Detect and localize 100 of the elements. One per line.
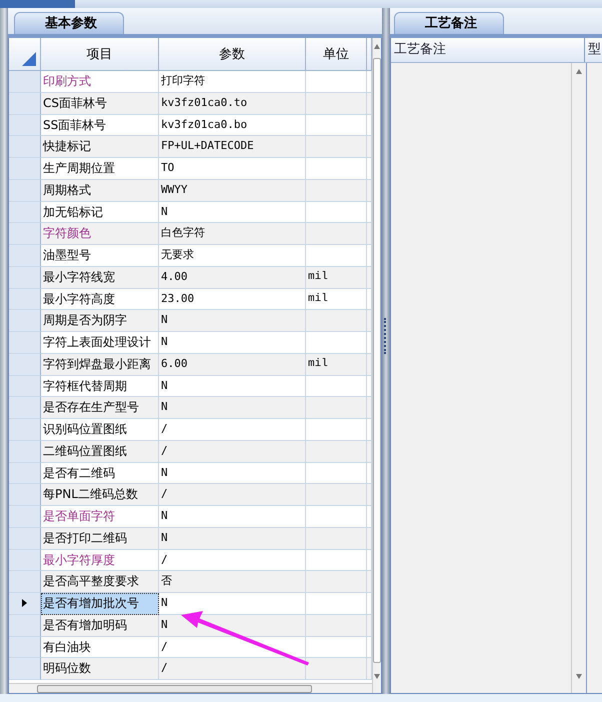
scroll-down-icon[interactable] xyxy=(576,674,582,679)
table-cell: FP+UL+DATECODE xyxy=(159,136,306,158)
table-cell xyxy=(306,136,367,158)
table-cell: 周期是否为阴字 xyxy=(41,310,159,332)
table-cell xyxy=(306,528,367,550)
table-cell xyxy=(306,571,367,593)
table-cell: 识别码位置图纸 xyxy=(41,419,159,441)
table-cell: 白色字符 xyxy=(159,223,306,245)
table-cell: N xyxy=(159,376,306,398)
table-cell: WWYY xyxy=(159,180,306,202)
table-cell: 23.00 xyxy=(159,288,306,310)
table-cell: N xyxy=(159,310,306,332)
table-cell: 字符到焊盘最小距离 xyxy=(41,354,159,376)
table-cell xyxy=(306,92,367,114)
table-cell: N xyxy=(159,462,306,484)
table-cell: kv3fz01ca0.to xyxy=(159,92,306,114)
table-cell: 二维码位置图纸 xyxy=(41,440,159,462)
table-cell: 打印字符 xyxy=(159,71,306,93)
vertical-scrollbar[interactable] xyxy=(372,38,381,693)
table-cell: N xyxy=(159,332,306,354)
horizontal-scrollbar[interactable] xyxy=(9,683,372,693)
grip-icon xyxy=(384,318,388,354)
column-header[interactable]: 参数 xyxy=(159,38,306,71)
table-cell: 明码位数 xyxy=(41,658,159,680)
column-header[interactable]: 单位 xyxy=(306,38,367,71)
table-cell xyxy=(306,614,367,636)
table-cell: CS面菲林号 xyxy=(41,92,159,114)
table-cell xyxy=(306,397,367,419)
row-pointer-icon xyxy=(22,599,27,608)
table-cell: SS面菲林号 xyxy=(41,114,159,136)
table-cell: 是否单面字符 xyxy=(41,506,159,528)
table-cell: 否 xyxy=(159,571,306,593)
table-cell: N xyxy=(159,202,306,224)
column-header[interactable] xyxy=(367,38,372,71)
table-cell: 周期格式 xyxy=(41,180,159,202)
table-cell: 最小字符线宽 xyxy=(41,266,159,288)
table-cell: / xyxy=(159,419,306,441)
table-cell: 是否有二维码 xyxy=(41,462,159,484)
table-cell: 是否有增加明码 xyxy=(41,614,159,636)
table-cell: mil xyxy=(306,288,367,310)
table-cell: 印刷方式 xyxy=(41,71,159,93)
table-cell xyxy=(306,506,367,528)
table-cell: 快捷标记 xyxy=(41,136,159,158)
table-cell xyxy=(306,440,367,462)
table-cell xyxy=(306,114,367,136)
row-header[interactable] xyxy=(9,593,41,615)
table-cell: 6.00 xyxy=(159,354,306,376)
table-cell: N xyxy=(159,593,306,615)
table-cell: 是否有增加批次号 xyxy=(41,593,159,615)
table-cell xyxy=(306,158,367,180)
table-cell xyxy=(306,636,367,658)
table-cell xyxy=(306,223,367,245)
table-cell: kv3fz01ca0.bo xyxy=(159,114,306,136)
table-cell: N xyxy=(159,397,306,419)
table-cell: 油墨型号 xyxy=(41,245,159,267)
table-cell: mil xyxy=(306,266,367,288)
vertical-scrollbar[interactable] xyxy=(571,63,587,693)
table-cell: / xyxy=(159,440,306,462)
table-cell: 生产周期位置 xyxy=(41,158,159,180)
scrollbar-thumb[interactable] xyxy=(373,58,381,663)
table-cell xyxy=(306,202,367,224)
table-cell xyxy=(306,71,367,93)
table-cell: / xyxy=(159,658,306,680)
table-cell: 是否打印二维码 xyxy=(41,528,159,550)
panel-tab[interactable]: 工艺备注 xyxy=(394,12,504,34)
splitter-bar[interactable] xyxy=(382,8,390,694)
table-cell xyxy=(306,180,367,202)
panel-tab[interactable]: 基本参数 xyxy=(14,12,124,34)
table-cell: 字符颜色 xyxy=(41,223,159,245)
table-cell: 每PNL二维码总数 xyxy=(41,484,159,506)
table-cell xyxy=(306,376,367,398)
table-cell: / xyxy=(159,484,306,506)
table-cell: 最小字符高度 xyxy=(41,288,159,310)
column-header[interactable]: 项目 xyxy=(41,38,159,71)
table-cell: 加无铅标记 xyxy=(41,202,159,224)
table-cell: TO xyxy=(159,158,306,180)
column-header[interactable]: 工艺备注 xyxy=(391,38,585,62)
table-cell: / xyxy=(159,550,306,572)
table-cell: 是否高平整度要求 xyxy=(41,571,159,593)
column-header[interactable]: 型 xyxy=(585,38,602,62)
scroll-up-icon[interactable] xyxy=(576,69,582,74)
table-cell xyxy=(306,310,367,332)
scrollbar-thumb[interactable] xyxy=(37,685,312,693)
table-cell: N xyxy=(159,528,306,550)
table-cell: N xyxy=(159,506,306,528)
table-cell: 无要求 xyxy=(159,245,306,267)
table-cell xyxy=(306,593,367,615)
table-cell xyxy=(306,550,367,572)
table-cell xyxy=(306,419,367,441)
table-cell xyxy=(306,484,367,506)
table-cell: 有白油块 xyxy=(41,636,159,658)
table-cell xyxy=(306,658,367,680)
table-cell xyxy=(306,332,367,354)
table-cell: 字符框代替周期 xyxy=(41,376,159,398)
table-cell xyxy=(306,462,367,484)
table-cell: 最小字符厚度 xyxy=(41,550,159,572)
table-cell: 字符上表面处理设计 xyxy=(41,332,159,354)
table-cell: 是否存在生产型号 xyxy=(41,397,159,419)
table-cell: mil xyxy=(306,354,367,376)
table-cell: 4.00 xyxy=(159,266,306,288)
